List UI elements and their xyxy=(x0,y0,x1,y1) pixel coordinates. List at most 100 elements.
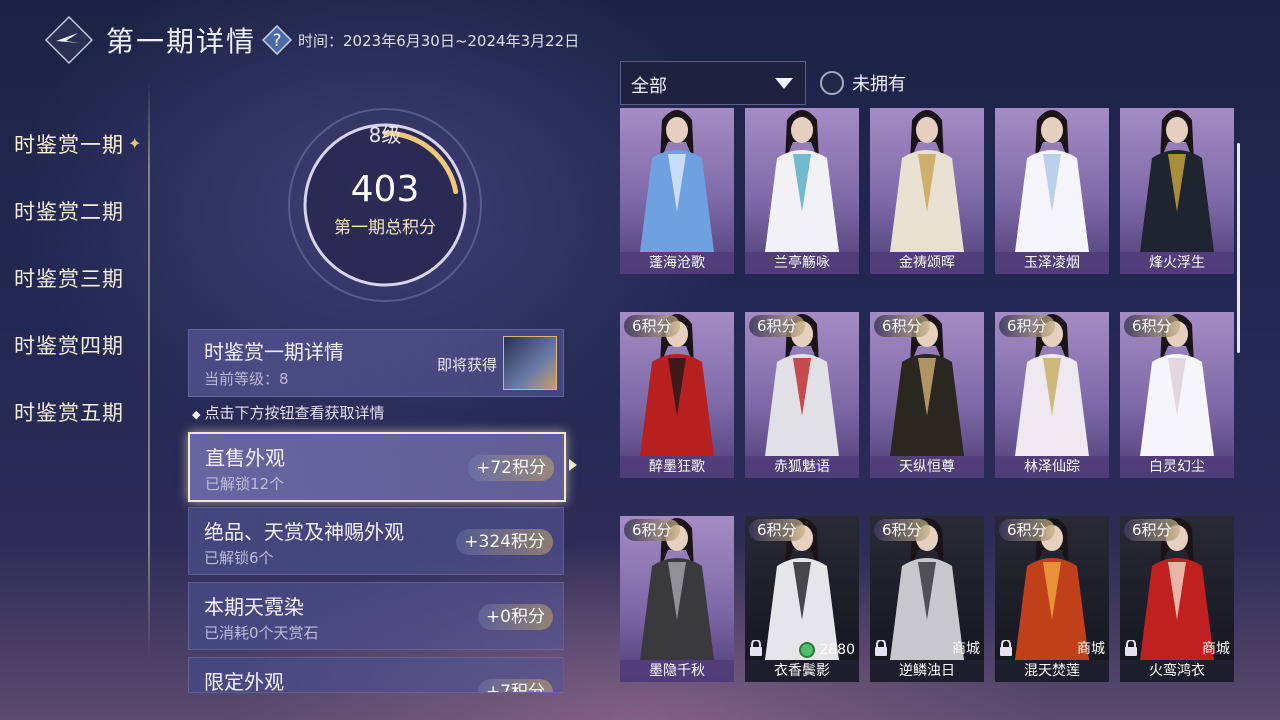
hint-label: 点击下方按钮查看获取详情 xyxy=(204,404,385,422)
radio-icon[interactable] xyxy=(820,71,844,95)
filter-value: 全部 xyxy=(631,76,667,97)
outfit-name: 火鸾鸿衣 xyxy=(1120,660,1234,682)
outfit-name: 白灵幻尘 xyxy=(1120,456,1234,478)
outfit-card[interactable]: 林泽仙踪 6积分 xyxy=(995,312,1109,478)
header: 第一期详情 ? 时间：2023年6月30日~2024年3月22日 xyxy=(44,14,579,66)
shop-tag: 商城 xyxy=(952,641,980,657)
tab-label: 时鉴赏三期 xyxy=(14,266,124,291)
period-text: 时间：2023年6月30日~2024年3月22日 xyxy=(298,31,580,50)
outfit-card[interactable]: 墨隐千秋 6积分 xyxy=(620,516,734,682)
tab-period-4[interactable]: 时鉴赏四期 xyxy=(0,311,150,378)
score-label: 第一期总积分 xyxy=(334,218,436,238)
back-button[interactable] xyxy=(44,15,94,65)
category-sub: 已解锁6个 xyxy=(204,549,274,567)
lock-icon xyxy=(875,640,887,656)
sparkle-icon: ✦ xyxy=(128,134,143,153)
filter-dropdown[interactable]: 全部 xyxy=(620,61,806,105)
outfit-name: 衣香鬓影 xyxy=(745,660,859,682)
points-badge: 6积分 xyxy=(624,519,680,541)
character-figure xyxy=(640,110,714,252)
category-points: +324积分 xyxy=(456,529,553,555)
category-title: 限定外观 xyxy=(204,670,284,693)
outfit-card[interactable]: 火鸾鸿衣 6积分商城 xyxy=(1120,516,1234,682)
level-text: 8级 xyxy=(368,123,402,147)
category-premium-outfits[interactable]: 绝品、天赏及神赐外观 已解锁6个 +324积分 xyxy=(188,507,564,575)
points-badge: 6积分 xyxy=(624,315,680,337)
outfit-name: 金祷颂晖 xyxy=(870,252,984,274)
outfit-grid: 蓬海沧歌 兰亭觞咏 金祷颂晖 玉泽凌烟 烽火浮生 醉墨狂歌 6积分 赤狐魅语 6积分 天纵恒尊 6积… xyxy=(620,108,1240,686)
tab-label: 时鉴赏四期 xyxy=(14,333,124,358)
points-badge: 6积分 xyxy=(1124,519,1180,541)
scrollbar[interactable] xyxy=(1237,143,1240,353)
points-badge: 6积分 xyxy=(874,315,930,337)
outfit-name: 烽火浮生 xyxy=(1120,252,1234,274)
not-owned-label: 未拥有 xyxy=(852,74,906,95)
chevron-down-icon xyxy=(775,78,793,89)
category-direct-sale[interactable]: 直售外观 已解锁12个 +72积分 xyxy=(188,432,577,502)
diamond-bullet-icon: ◆ xyxy=(192,408,201,421)
hint-text: ◆ 点击下方按钮查看获取详情 xyxy=(192,402,384,423)
tab-period-5[interactable]: 时鉴赏五期 xyxy=(0,378,150,445)
tab-label: 时鉴赏五期 xyxy=(14,400,124,425)
outfit-card[interactable]: 赤狐魅语 6积分 xyxy=(745,312,859,478)
price-tag: 2880 xyxy=(799,642,855,658)
character-figure xyxy=(1015,110,1089,252)
outfit-card[interactable]: 逆鳞浊日 6积分商城 xyxy=(870,516,984,682)
lock-icon xyxy=(1125,640,1137,656)
outfit-name: 林泽仙踪 xyxy=(995,456,1109,478)
points-badge: 6积分 xyxy=(749,519,805,541)
outfit-name: 天纵恒尊 xyxy=(870,456,984,478)
svg-text:?: ? xyxy=(273,31,282,51)
tab-label: 时鉴赏一期 xyxy=(14,132,124,157)
category-points: +0积分 xyxy=(477,604,553,630)
current-level: 当前等级：8 xyxy=(204,370,289,388)
tab-period-1[interactable]: 时鉴赏一期 ✦ xyxy=(0,110,150,177)
period-detail-header: 时鉴赏一期详情 当前等级：8 即将获得 xyxy=(188,329,564,397)
outfit-card[interactable]: 玉泽凌烟 xyxy=(995,108,1109,274)
outfit-card[interactable]: 金祷颂晖 xyxy=(870,108,984,274)
page-title: 第一期详情 xyxy=(106,25,257,58)
coming-soon-label: 即将获得 xyxy=(436,356,497,374)
jade-coin-icon xyxy=(799,642,816,658)
tab-label: 时鉴赏二期 xyxy=(14,199,124,224)
points-badge: 6积分 xyxy=(999,519,1055,541)
category-sub: 已解锁12个 xyxy=(205,475,285,493)
lock-icon xyxy=(750,640,762,656)
category-dye[interactable]: 本期天霓染 已消耗0个天赏石 +0积分 xyxy=(188,582,564,650)
next-reward-thumbnail[interactable] xyxy=(503,336,557,390)
outfit-name: 逆鳞浊日 xyxy=(870,660,984,682)
score-ring: 8级 403 第一期总积分 xyxy=(285,105,485,305)
outfit-name: 醉墨狂歌 xyxy=(620,456,734,478)
back-arrow-icon xyxy=(44,15,94,65)
outfit-name: 墨隐千秋 xyxy=(620,660,734,682)
outfit-name: 赤狐魅语 xyxy=(745,456,859,478)
outfit-card[interactable]: 混天焚莲 6积分 商城 xyxy=(995,516,1109,682)
category-title: 绝品、天赏及神赐外观 xyxy=(204,520,404,544)
points-badge: 6积分 xyxy=(749,315,805,337)
outfit-card[interactable]: 烽火浮生 xyxy=(1120,108,1234,274)
character-figure xyxy=(890,110,964,252)
tab-period-2[interactable]: 时鉴赏二期 xyxy=(0,177,150,244)
category-points: +72积分 xyxy=(468,455,554,481)
outfit-card[interactable]: 衣香鬓影 6积分 2880 xyxy=(745,516,859,682)
outfit-card[interactable]: 白灵幻尘 6积分 xyxy=(1120,312,1234,478)
outfit-card[interactable]: 蓬海沧歌 xyxy=(620,108,734,274)
price-value: 2880 xyxy=(819,642,855,658)
category-points: +7积分 xyxy=(477,679,553,692)
points-badge: 6积分 xyxy=(999,315,1055,337)
shop-tag: 商城 xyxy=(1202,641,1230,657)
lock-icon xyxy=(1000,640,1012,656)
help-icon[interactable]: ? xyxy=(261,24,293,56)
category-limited[interactable]: 限定外观 +7积分 xyxy=(188,657,564,693)
selected-arrow-icon xyxy=(569,459,577,471)
category-sub: 已消耗0个天赏石 xyxy=(204,624,319,642)
character-figure xyxy=(765,110,839,252)
outfit-name: 兰亭觞咏 xyxy=(745,252,859,274)
outfit-card[interactable]: 天纵恒尊 6积分 xyxy=(870,312,984,478)
points-badge: 6积分 xyxy=(1124,315,1180,337)
points-badge: 6积分 xyxy=(874,519,930,541)
outfit-card[interactable]: 醉墨狂歌 6积分 xyxy=(620,312,734,478)
tab-period-3[interactable]: 时鉴赏三期 xyxy=(0,244,150,311)
not-owned-toggle[interactable]: 未拥有 xyxy=(820,70,906,96)
outfit-card[interactable]: 兰亭觞咏 xyxy=(745,108,859,274)
